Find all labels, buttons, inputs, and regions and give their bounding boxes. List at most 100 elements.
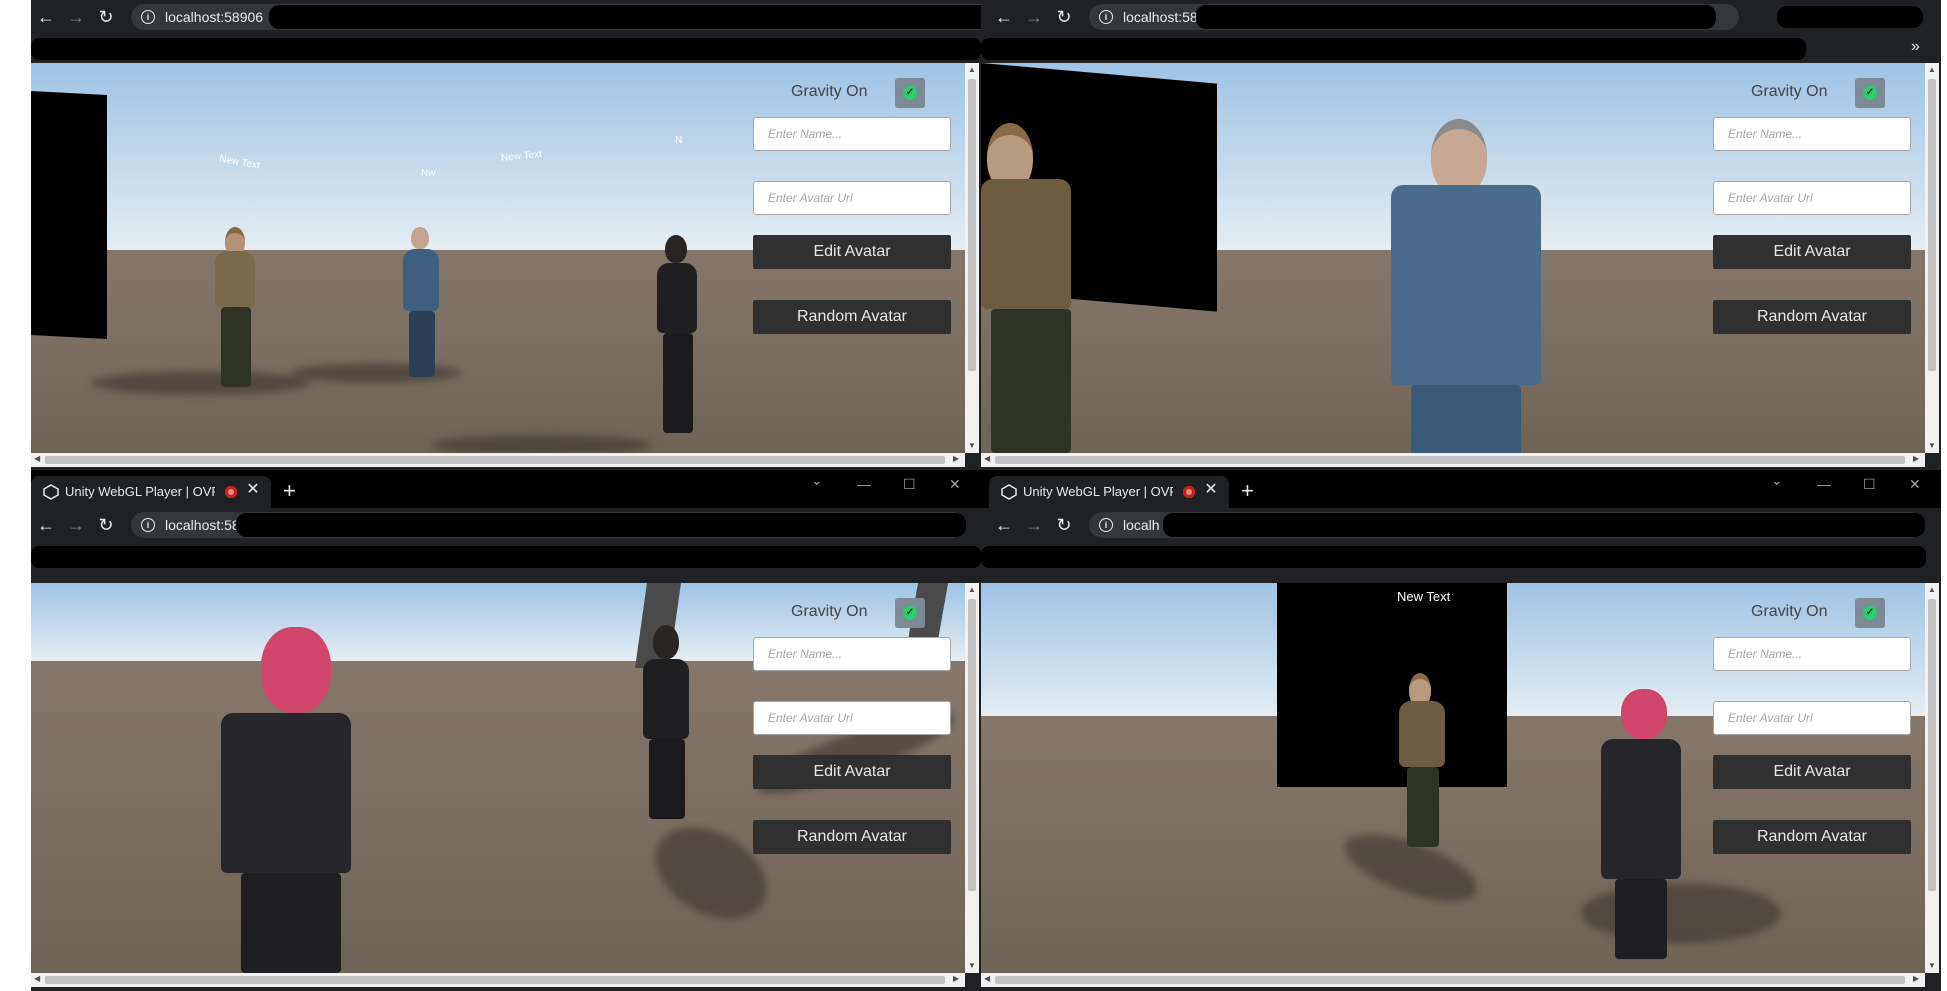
reload-icon[interactable]: ↻ <box>1051 512 1077 538</box>
redacted-bar <box>981 546 1926 568</box>
reload-icon[interactable]: ↻ <box>1051 4 1077 30</box>
random-avatar-button[interactable]: Random Avatar <box>753 300 951 334</box>
avatar-panel: Gravity On ✓ Edit Avatar Random Avatar <box>753 598 951 854</box>
name-input[interactable] <box>753 637 951 671</box>
unity-canvas[interactable]: New Text Nw New Text N Gravity On ✓ Edit… <box>31 63 965 453</box>
avatar-shadow <box>91 371 311 395</box>
tab-search-icon[interactable]: ⌄ <box>1771 472 1783 489</box>
scroll-left-icon[interactable]: ◀ <box>34 454 40 463</box>
browser-tab[interactable]: Unity WebGL Player | OVRWe ✕ <box>989 476 1229 508</box>
edit-avatar-button[interactable]: Edit Avatar <box>1713 235 1911 269</box>
scroll-up-icon[interactable]: ▲ <box>965 65 979 74</box>
scroll-down-icon[interactable]: ▼ <box>965 961 979 970</box>
back-icon[interactable]: ← <box>33 4 59 30</box>
scroll-thumb[interactable] <box>995 976 1905 984</box>
minimize-icon[interactable]: — <box>857 476 871 492</box>
random-avatar-button[interactable]: Random Avatar <box>1713 300 1911 334</box>
scroll-left-icon[interactable]: ◀ <box>984 454 990 463</box>
browser-tab[interactable]: Unity WebGL Player | OVRWe ✕ <box>31 476 271 508</box>
scroll-down-icon[interactable]: ▼ <box>1925 441 1939 450</box>
close-window-icon[interactable]: ✕ <box>1909 476 1921 493</box>
scroll-thumb[interactable] <box>45 456 945 464</box>
unity-canvas[interactable]: Gravity On ✓ Edit Avatar Random Avatar <box>981 63 1925 453</box>
tab-strip: Unity WebGL Player | OVRWe ✕ + ⌄ — ☐ ✕ <box>981 470 1941 508</box>
floating-text: New Text <box>1397 589 1451 604</box>
gravity-toggle[interactable]: ✓ <box>895 598 925 628</box>
random-avatar-button[interactable]: Random Avatar <box>1713 820 1911 854</box>
scroll-up-icon[interactable]: ▲ <box>1925 65 1939 74</box>
back-icon[interactable]: ← <box>991 4 1017 30</box>
browser-window-bottom-left: Unity WebGL Player | OVRWe ✕ + ⌄ — ☐ ✕ ←… <box>31 470 981 991</box>
scroll-down-icon[interactable]: ▼ <box>965 441 979 450</box>
avatar-url-input[interactable] <box>753 181 951 215</box>
reload-icon[interactable]: ↻ <box>93 4 119 30</box>
scroll-left-icon[interactable]: ◀ <box>34 974 40 983</box>
avatar-url-input[interactable] <box>1713 701 1911 735</box>
unity-canvas[interactable]: Gravity On ✓ Edit Avatar Random Avatar <box>31 583 965 973</box>
scroll-thumb[interactable] <box>45 976 945 984</box>
maximize-icon[interactable]: ☐ <box>1863 476 1876 493</box>
gravity-label: Gravity On <box>791 603 868 620</box>
name-input[interactable] <box>1713 637 1911 671</box>
close-tab-icon[interactable]: ✕ <box>1203 482 1219 498</box>
horizontal-scrollbar[interactable]: ◀ ▶ <box>31 973 965 987</box>
minimize-icon[interactable]: — <box>1817 476 1831 492</box>
scroll-right-icon[interactable]: ▶ <box>953 974 959 983</box>
info-icon[interactable]: i <box>141 518 155 532</box>
avatar-panel: Gravity On ✓ Edit Avatar Random Avatar <box>1713 78 1911 334</box>
maximize-icon[interactable]: ☐ <box>903 476 916 493</box>
edit-avatar-button[interactable]: Edit Avatar <box>1713 755 1911 789</box>
tab-strip: Unity WebGL Player | OVRWe ✕ + ⌄ — ☐ ✕ <box>31 470 981 508</box>
vertical-scrollbar[interactable]: ▲ ▼ <box>1925 63 1939 453</box>
scroll-right-icon[interactable]: ▶ <box>1913 454 1919 463</box>
scroll-right-icon[interactable]: ▶ <box>1913 974 1919 983</box>
scroll-thumb[interactable] <box>968 79 976 371</box>
back-icon[interactable]: ← <box>991 512 1017 538</box>
scroll-thumb[interactable] <box>1928 79 1936 371</box>
redacted-bar <box>1777 6 1923 28</box>
new-tab-icon[interactable]: + <box>1241 480 1254 502</box>
gravity-toggle[interactable]: ✓ <box>1855 78 1885 108</box>
bookmarks-overflow-icon[interactable]: » <box>1911 38 1920 56</box>
vertical-scrollbar[interactable]: ▲ ▼ <box>965 583 979 973</box>
vertical-scrollbar[interactable]: ▲ ▼ <box>965 63 979 453</box>
avatar-url-input[interactable] <box>1713 181 1911 215</box>
name-input[interactable] <box>1713 117 1911 151</box>
horizontal-scrollbar[interactable]: ◀ ▶ <box>31 453 965 467</box>
back-icon[interactable]: ← <box>33 512 59 538</box>
scroll-thumb[interactable] <box>1928 599 1936 891</box>
info-icon[interactable]: i <box>141 10 155 24</box>
close-tab-icon[interactable]: ✕ <box>245 482 261 498</box>
scroll-right-icon[interactable]: ▶ <box>953 454 959 463</box>
forward-icon[interactable]: → <box>63 4 89 30</box>
redacted-bar <box>31 38 981 60</box>
forward-icon[interactable]: → <box>1021 4 1047 30</box>
scroll-left-icon[interactable]: ◀ <box>984 974 990 983</box>
scroll-up-icon[interactable]: ▲ <box>1925 585 1939 594</box>
scroll-thumb[interactable] <box>995 456 1905 464</box>
horizontal-scrollbar[interactable]: ◀ ▶ <box>981 453 1925 467</box>
gravity-toggle[interactable]: ✓ <box>1855 598 1885 628</box>
random-avatar-button[interactable]: Random Avatar <box>753 820 951 854</box>
info-icon[interactable]: i <box>1099 10 1113 24</box>
horizontal-scrollbar[interactable]: ◀ ▶ <box>981 973 1925 987</box>
bookmarks-bar: » <box>981 36 1941 62</box>
edit-avatar-button[interactable]: Edit Avatar <box>753 755 951 789</box>
name-input[interactable] <box>753 117 951 151</box>
tab-search-icon[interactable]: ⌄ <box>811 472 823 489</box>
close-window-icon[interactable]: ✕ <box>949 476 961 493</box>
scroll-thumb[interactable] <box>968 599 976 891</box>
avatar-url-input[interactable] <box>753 701 951 735</box>
forward-icon[interactable]: → <box>1021 512 1047 538</box>
unity-icon <box>43 484 59 500</box>
reload-icon[interactable]: ↻ <box>93 512 119 538</box>
forward-icon[interactable]: → <box>63 512 89 538</box>
scroll-up-icon[interactable]: ▲ <box>965 585 979 594</box>
vertical-scrollbar[interactable]: ▲ ▼ <box>1925 583 1939 973</box>
unity-canvas[interactable]: New Text Gravity On ✓ Edit Avatar Random… <box>981 583 1925 973</box>
new-tab-icon[interactable]: + <box>283 480 296 502</box>
edit-avatar-button[interactable]: Edit Avatar <box>753 235 951 269</box>
gravity-toggle[interactable]: ✓ <box>895 78 925 108</box>
scroll-down-icon[interactable]: ▼ <box>1925 961 1939 970</box>
info-icon[interactable]: i <box>1099 518 1113 532</box>
